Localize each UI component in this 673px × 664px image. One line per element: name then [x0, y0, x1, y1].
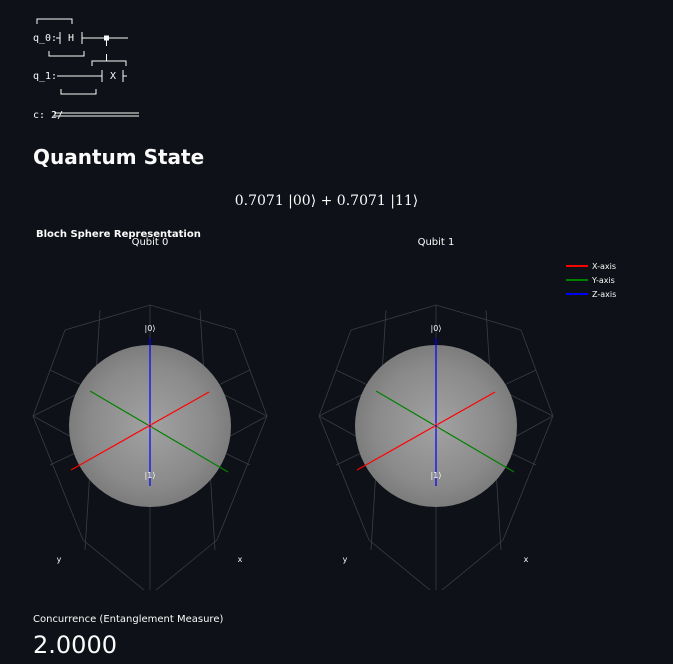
concurrence-label: Concurrence (Entanglement Measure): [33, 614, 224, 625]
ket1-label: |1⟩: [431, 471, 442, 480]
legend-label: Y-axis: [592, 275, 615, 285]
state-expression: 0.7071 |00⟩ + 0.7071 |11⟩: [234, 193, 419, 209]
h-gate-label: H: [68, 33, 74, 44]
ket0-label: |0⟩: [431, 324, 442, 333]
ket1-label: |1⟩: [145, 471, 156, 480]
y-axis-label: y: [57, 555, 62, 564]
concurrence-value: 2.0000: [33, 631, 117, 659]
x-axis-label: x: [238, 555, 243, 564]
bloch-sphere-qubit0: |0⟩ |1⟩ y x: [32, 304, 268, 590]
state-heading: Quantum State: [33, 145, 205, 169]
y-axis-label: y: [343, 555, 348, 564]
q0-label: q_0:: [33, 33, 57, 44]
qubit1-title: Qubit 1: [417, 237, 455, 248]
legend-label: Z-axis: [592, 289, 617, 299]
ket0-label: |0⟩: [145, 324, 156, 333]
qubit0-title: Qubit 0: [131, 237, 169, 248]
circuit-bracket: [36, 18, 73, 24]
x-gate-label: X: [110, 71, 116, 82]
legend-label: X-axis: [592, 261, 616, 271]
circuit-diagram: q_0: H q_1: X c: 2/: [33, 18, 139, 121]
q1-label: q_1:: [33, 71, 57, 82]
control-dot: [104, 35, 109, 41]
bloch-sphere-qubit1: |0⟩ |1⟩ y x: [318, 304, 554, 590]
x-axis-label: x: [524, 555, 529, 564]
